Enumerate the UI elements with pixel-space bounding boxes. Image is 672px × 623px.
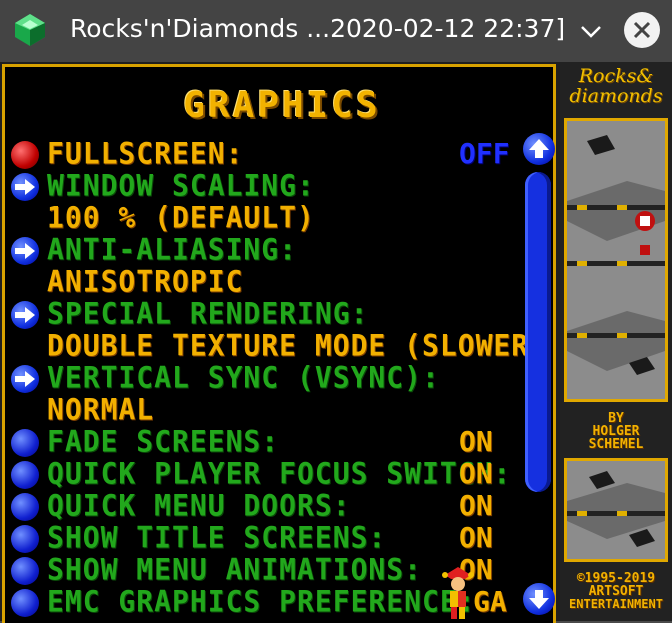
company-suffix: ENTERTAINMENT	[569, 597, 663, 611]
screen-heading: GRAPHICS	[183, 85, 381, 126]
logo-line-1: Rocks&	[578, 65, 654, 87]
option-show-title-screens[interactable]: SHOW TITLE SCREENS: ON	[11, 520, 511, 555]
arrow-right-icon	[11, 365, 39, 393]
option-label: WINDOW SCALING:	[47, 168, 315, 203]
arrow-down-icon	[529, 590, 549, 609]
option-quick-player-focus-switch[interactable]: QUICK PLAYER FOCUS SWITCH: ON	[11, 456, 512, 491]
sidebar-door-panel: Rocks& diamonds BY HOLGER SCHEMEL ©1995-…	[560, 62, 672, 621]
door-graphic-lower	[564, 458, 668, 562]
option-value[interactable]: ON	[459, 491, 493, 521]
option-value-row[interactable]: NORMAL	[11, 392, 511, 427]
option-value-row[interactable]: 100 % (DEFAULT)	[11, 200, 511, 235]
option-fade-screens[interactable]: FADE SCREENS: ON	[11, 424, 511, 459]
bullet-icon	[11, 493, 39, 521]
option-label: SPECIAL RENDERING:	[47, 296, 369, 331]
option-quick-menu-doors[interactable]: QUICK MENU DOORS: ON	[11, 488, 511, 523]
option-value: NORMAL	[47, 392, 155, 427]
window-titlebar: Rocks'n'Diamonds ...2020-02-12 22:37]	[0, 0, 672, 62]
bullet-icon	[11, 557, 39, 585]
game-screen: GRAPHICS FULLSCREEN: OFF WINDOW SCALING:…	[0, 62, 672, 623]
scroll-up-button[interactable]	[523, 133, 555, 165]
scrollbar-thumb[interactable]	[525, 172, 551, 492]
chevron-down-icon[interactable]	[578, 18, 604, 44]
close-icon	[633, 21, 651, 39]
option-label: QUICK PLAYER FOCUS SWITCH:	[47, 456, 512, 491]
arrow-up-icon	[529, 139, 549, 158]
option-value: 100 % (DEFAULT)	[47, 200, 315, 235]
arrow-right-icon	[11, 301, 39, 329]
option-show-menu-animations[interactable]: SHOW MENU ANIMATIONS: ON	[11, 552, 511, 587]
option-emc-graphics-preference[interactable]: EMC GRAPHICS PREFERENCE: GA	[11, 584, 511, 619]
option-label: QUICK MENU DOORS:	[47, 488, 351, 523]
option-label: SHOW TITLE SCREENS:	[47, 520, 387, 555]
close-button[interactable]	[624, 12, 660, 48]
option-label: SHOW MENU ANIMATIONS:	[47, 552, 423, 587]
option-value-row[interactable]: ANISOTROPIC	[11, 264, 511, 299]
jester-character-icon	[442, 567, 474, 619]
bullet-icon	[11, 525, 39, 553]
option-label: EMC GRAPHICS PREFERENCE:	[47, 584, 476, 619]
option-value[interactable]: ON	[459, 459, 493, 489]
option-fullscreen[interactable]: FULLSCREEN: OFF	[11, 136, 551, 171]
arrow-right-icon	[11, 173, 39, 201]
option-value-row[interactable]: DOUBLE TEXTURE MODE (SLOWER)	[11, 330, 546, 362]
option-anti-aliasing[interactable]: ANTI-ALIASING:	[11, 232, 511, 267]
option-value: ANISOTROPIC	[47, 264, 244, 299]
door-artwork	[567, 461, 665, 559]
emerald-app-icon	[15, 14, 45, 46]
window-title: Rocks'n'Diamonds ...2020-02-12 22:37]	[70, 14, 566, 43]
option-label: FADE SCREENS:	[47, 424, 280, 459]
option-value[interactable]: OFF	[459, 139, 510, 169]
logo-line-2: diamonds	[569, 85, 663, 107]
option-vertical-sync[interactable]: VERTICAL SYNC (VSYNC):	[11, 360, 511, 395]
door-artwork	[567, 121, 665, 399]
option-window-scaling[interactable]: WINDOW SCALING:	[11, 168, 511, 203]
option-value[interactable]: ON	[459, 427, 493, 457]
graphics-setup-menu: GRAPHICS FULLSCREEN: OFF WINDOW SCALING:…	[2, 64, 556, 623]
bullet-icon	[11, 589, 39, 617]
option-special-rendering[interactable]: SPECIAL RENDERING:	[11, 296, 511, 331]
option-value: DOUBLE TEXTURE MODE (SLOWER)	[47, 328, 548, 363]
game-logo: Rocks& diamonds	[560, 66, 672, 106]
credit-author-last: SCHEMEL	[588, 437, 644, 452]
door-graphic-upper	[564, 118, 668, 402]
option-value[interactable]: GA	[473, 587, 507, 617]
option-label: ANTI-ALIASING:	[47, 232, 298, 267]
bullet-icon	[11, 461, 39, 489]
option-label: VERTICAL SYNC (VSYNC):	[47, 360, 440, 395]
option-label: FULLSCREEN:	[47, 136, 244, 171]
selected-bullet-icon	[11, 141, 39, 169]
arrow-right-icon	[11, 237, 39, 265]
scroll-down-button[interactable]	[523, 583, 555, 615]
option-value[interactable]: ON	[459, 523, 493, 553]
bullet-icon	[11, 429, 39, 457]
